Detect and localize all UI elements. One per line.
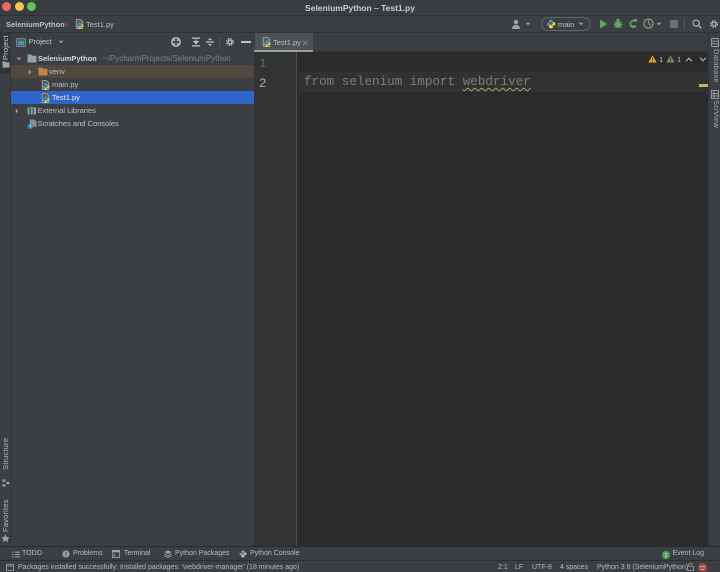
svg-text:1: 1 [664, 553, 667, 559]
